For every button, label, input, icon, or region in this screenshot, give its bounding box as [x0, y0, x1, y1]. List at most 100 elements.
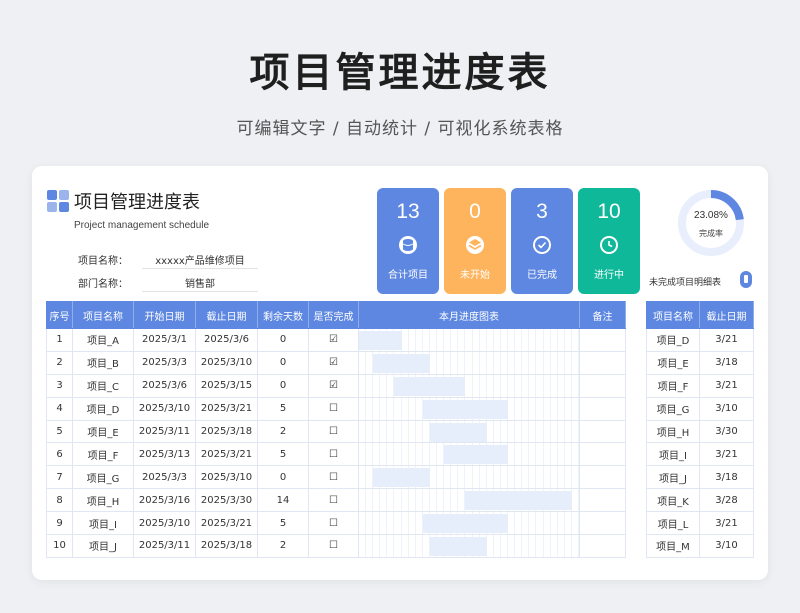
- gantt-bar: [359, 331, 402, 350]
- table-cell: 4: [46, 396, 73, 421]
- gantt-cell: [358, 396, 580, 421]
- table-cell: 3/10: [699, 396, 754, 421]
- table-row: 4 项目_D 2025/3/10 2025/3/21 5 ☐: [46, 396, 626, 421]
- table-row: 项目_I 3/21: [646, 442, 754, 467]
- done-checkbox[interactable]: ☐: [308, 419, 359, 444]
- table-cell: 2025/3/13: [133, 442, 196, 467]
- gantt-bar: [429, 537, 487, 557]
- note-cell[interactable]: [579, 373, 626, 398]
- done-checkbox[interactable]: ☑: [308, 373, 359, 398]
- done-checkbox[interactable]: ☐: [308, 442, 359, 467]
- table-row: 1 项目_A 2025/3/1 2025/3/6 0 ☑: [46, 328, 626, 352]
- kpi-not-started-value: 0: [469, 200, 481, 223]
- table-cell: 2025/3/15: [195, 373, 258, 398]
- dept-name-value[interactable]: 销售部: [142, 275, 258, 290]
- table-cell: 2025/3/10: [195, 465, 258, 490]
- table-row: 9 项目_I 2025/3/10 2025/3/21 5 ☐: [46, 511, 626, 536]
- gantt-cell: [358, 511, 580, 536]
- done-checkbox[interactable]: ☐: [308, 534, 359, 558]
- column-header: 剩余天数: [257, 301, 309, 329]
- gantt-bar: [465, 491, 572, 511]
- done-checkbox[interactable]: ☑: [308, 328, 359, 352]
- table-cell: 3/10: [699, 534, 754, 558]
- done-checkbox[interactable]: ☐: [308, 396, 359, 421]
- table-cell: 2025/3/1: [133, 328, 196, 352]
- check-circle-icon: [533, 236, 551, 254]
- done-checkbox[interactable]: ☐: [308, 488, 359, 513]
- project-name-value[interactable]: xxxxx产品维修项目: [142, 252, 258, 267]
- note-cell[interactable]: [579, 442, 626, 467]
- column-header: 备注: [579, 301, 626, 329]
- note-cell[interactable]: [579, 465, 626, 490]
- completion-percent: 23.08%: [694, 210, 728, 221]
- column-header: 项目名称: [646, 301, 700, 329]
- table-cell: 项目_G: [72, 465, 134, 490]
- table-row: 项目_L 3/21: [646, 511, 754, 536]
- table-row: 8 项目_H 2025/3/16 2025/3/30 14 ☐: [46, 488, 626, 513]
- table-cell: 2025/3/10: [133, 511, 196, 536]
- table-cell: 项目_M: [646, 534, 700, 558]
- table-cell: 2025/3/18: [195, 419, 258, 444]
- project-name-label: 项目名称：: [78, 256, 128, 267]
- sheet-subtitle: Project management schedule: [74, 220, 210, 231]
- gantt-cell: [358, 488, 580, 513]
- table-cell: 项目_F: [646, 373, 700, 398]
- kpi-completed: 3 已完成: [511, 188, 573, 294]
- table-cell: 0: [257, 350, 309, 375]
- table-cell: 14: [257, 488, 309, 513]
- table-row: 6 项目_F 2025/3/13 2025/3/21 5 ☐: [46, 442, 626, 467]
- column-header: 本月进度图表: [358, 301, 580, 329]
- table-cell: 0: [257, 465, 309, 490]
- note-cell[interactable]: [579, 328, 626, 352]
- table-cell: 项目_E: [646, 350, 700, 375]
- table-row: 3 项目_C 2025/3/6 2025/3/15 0 ☑: [46, 373, 626, 398]
- note-cell[interactable]: [579, 488, 626, 513]
- column-header: 截止日期: [195, 301, 258, 329]
- table-cell: 2025/3/10: [133, 396, 196, 421]
- note-cell[interactable]: [579, 419, 626, 444]
- column-header: 开始日期: [133, 301, 196, 329]
- note-cell[interactable]: [579, 396, 626, 421]
- done-checkbox[interactable]: ☐: [308, 511, 359, 536]
- table-row: 项目_G 3/10: [646, 396, 754, 421]
- side-table-caption: 未完成项目明细表: [649, 278, 722, 288]
- kpi-completed-value: 3: [536, 200, 548, 223]
- table-cell: 5: [257, 396, 309, 421]
- gantt-bar: [373, 353, 430, 373]
- table-cell: 项目_F: [72, 442, 134, 467]
- table-cell: 0: [257, 373, 309, 398]
- note-cell[interactable]: [579, 534, 626, 558]
- note-cell[interactable]: [579, 350, 626, 375]
- table-cell: 项目_H: [72, 488, 134, 513]
- table-cell: 项目_I: [646, 442, 700, 467]
- table-cell: 项目_E: [72, 419, 134, 444]
- table-row: 项目_M 3/10: [646, 534, 754, 558]
- table-row: 5 项目_E 2025/3/11 2025/3/18 2 ☐: [46, 419, 626, 444]
- done-checkbox[interactable]: ☐: [308, 465, 359, 490]
- table-cell: 8: [46, 488, 73, 513]
- kpi-total-value: 13: [396, 200, 420, 223]
- clock-icon: [600, 236, 618, 254]
- table-cell: 10: [46, 534, 73, 558]
- table-cell: 3/21: [699, 442, 754, 467]
- table-cell: 2025/3/3: [133, 350, 196, 375]
- table-cell: 3/28: [699, 488, 754, 513]
- hero-subtitle: 可编辑文字 / 自动统计 / 可视化系统表格: [236, 119, 564, 139]
- table-row: 项目_J 3/18: [646, 465, 754, 490]
- table-row: 项目_E 3/18: [646, 350, 754, 375]
- table-cell: 项目_K: [646, 488, 700, 513]
- done-checkbox[interactable]: ☑: [308, 350, 359, 375]
- table-cell: 2025/3/11: [133, 419, 196, 444]
- sheet-card: 项目管理进度表 Project management schedule 项目名称…: [32, 166, 768, 580]
- table-cell: 3: [46, 373, 73, 398]
- database-icon: [399, 236, 417, 254]
- gantt-cell: [358, 350, 580, 375]
- note-cell[interactable]: [579, 511, 626, 536]
- table-cell: 项目_L: [646, 511, 700, 536]
- grid-logo-icon: [47, 190, 69, 212]
- file-icon[interactable]: [740, 271, 752, 288]
- table-cell: 项目_J: [646, 465, 700, 490]
- gantt-bar: [444, 445, 509, 465]
- table-cell: 5: [257, 442, 309, 467]
- gantt-cell: [358, 534, 580, 558]
